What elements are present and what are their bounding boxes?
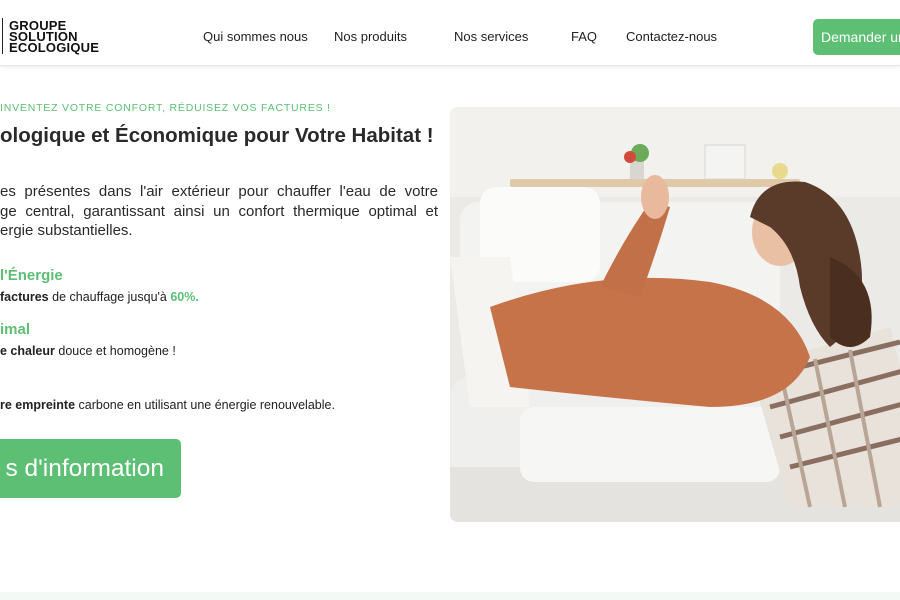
benefit-desc-eco: carbone en utilisant une énergie renouve… [75, 398, 335, 412]
site-header: GROUPE SOLUTION ECOLOGIQUE Qui sommes no… [0, 0, 900, 66]
logo-line-3: ECOLOGIQUE [9, 39, 100, 55]
nav-link-faq[interactable]: FAQ [571, 29, 597, 44]
nav-link-products[interactable]: Nos produits [334, 29, 407, 44]
benefit-bold-energy: factures [0, 290, 49, 304]
benefit-bold-eco: re empreinte [0, 398, 76, 412]
benefit-text-eco: re empreinte carbone en utilisant une én… [0, 398, 335, 412]
request-quote-button[interactable]: Demander un [813, 19, 900, 55]
savings-percent: 60%. [170, 290, 199, 304]
benefit-text-comfort: e chaleur douce et homogène ! [0, 344, 176, 358]
nav-link-services[interactable]: Nos services [454, 29, 528, 44]
section-divider [0, 592, 900, 600]
benefit-text-energy: factures de chauffage jusqu'à 60%. [0, 290, 199, 304]
more-info-button[interactable]: s d'information [0, 439, 181, 498]
benefit-desc-energy: de chauffage jusqu'à [48, 290, 171, 304]
description-line-3: ergie substantielles. [0, 222, 133, 239]
description-line-2: ge central, garantissant ainsi un confor… [0, 202, 438, 220]
description-line-1: es présentes dans l'air extérieur pour c… [0, 183, 438, 200]
benefit-title-energy: l'Énergie [0, 267, 63, 284]
hero-photo-woman-on-sofa [450, 107, 900, 522]
benefit-title-comfort: imal [0, 321, 31, 338]
hero-eyebrow: INVENTEZ VOTRE CONFORT, RÉDUISEZ VOS FAC… [0, 102, 331, 114]
brand-logo[interactable]: GROUPE SOLUTION ECOLOGIQUE [2, 18, 99, 54]
benefit-bold-comfort: e chaleur [0, 344, 55, 358]
nav-link-contact[interactable]: Contactez-nous [626, 29, 717, 44]
benefit-desc-comfort: douce et homogène ! [54, 344, 176, 358]
nav-link-about[interactable]: Qui sommes nous [203, 29, 308, 44]
hero-description: es présentes dans l'air extérieur pour c… [0, 182, 438, 241]
hero-title: ologique et Économique pour Votre Habita… [0, 124, 434, 147]
